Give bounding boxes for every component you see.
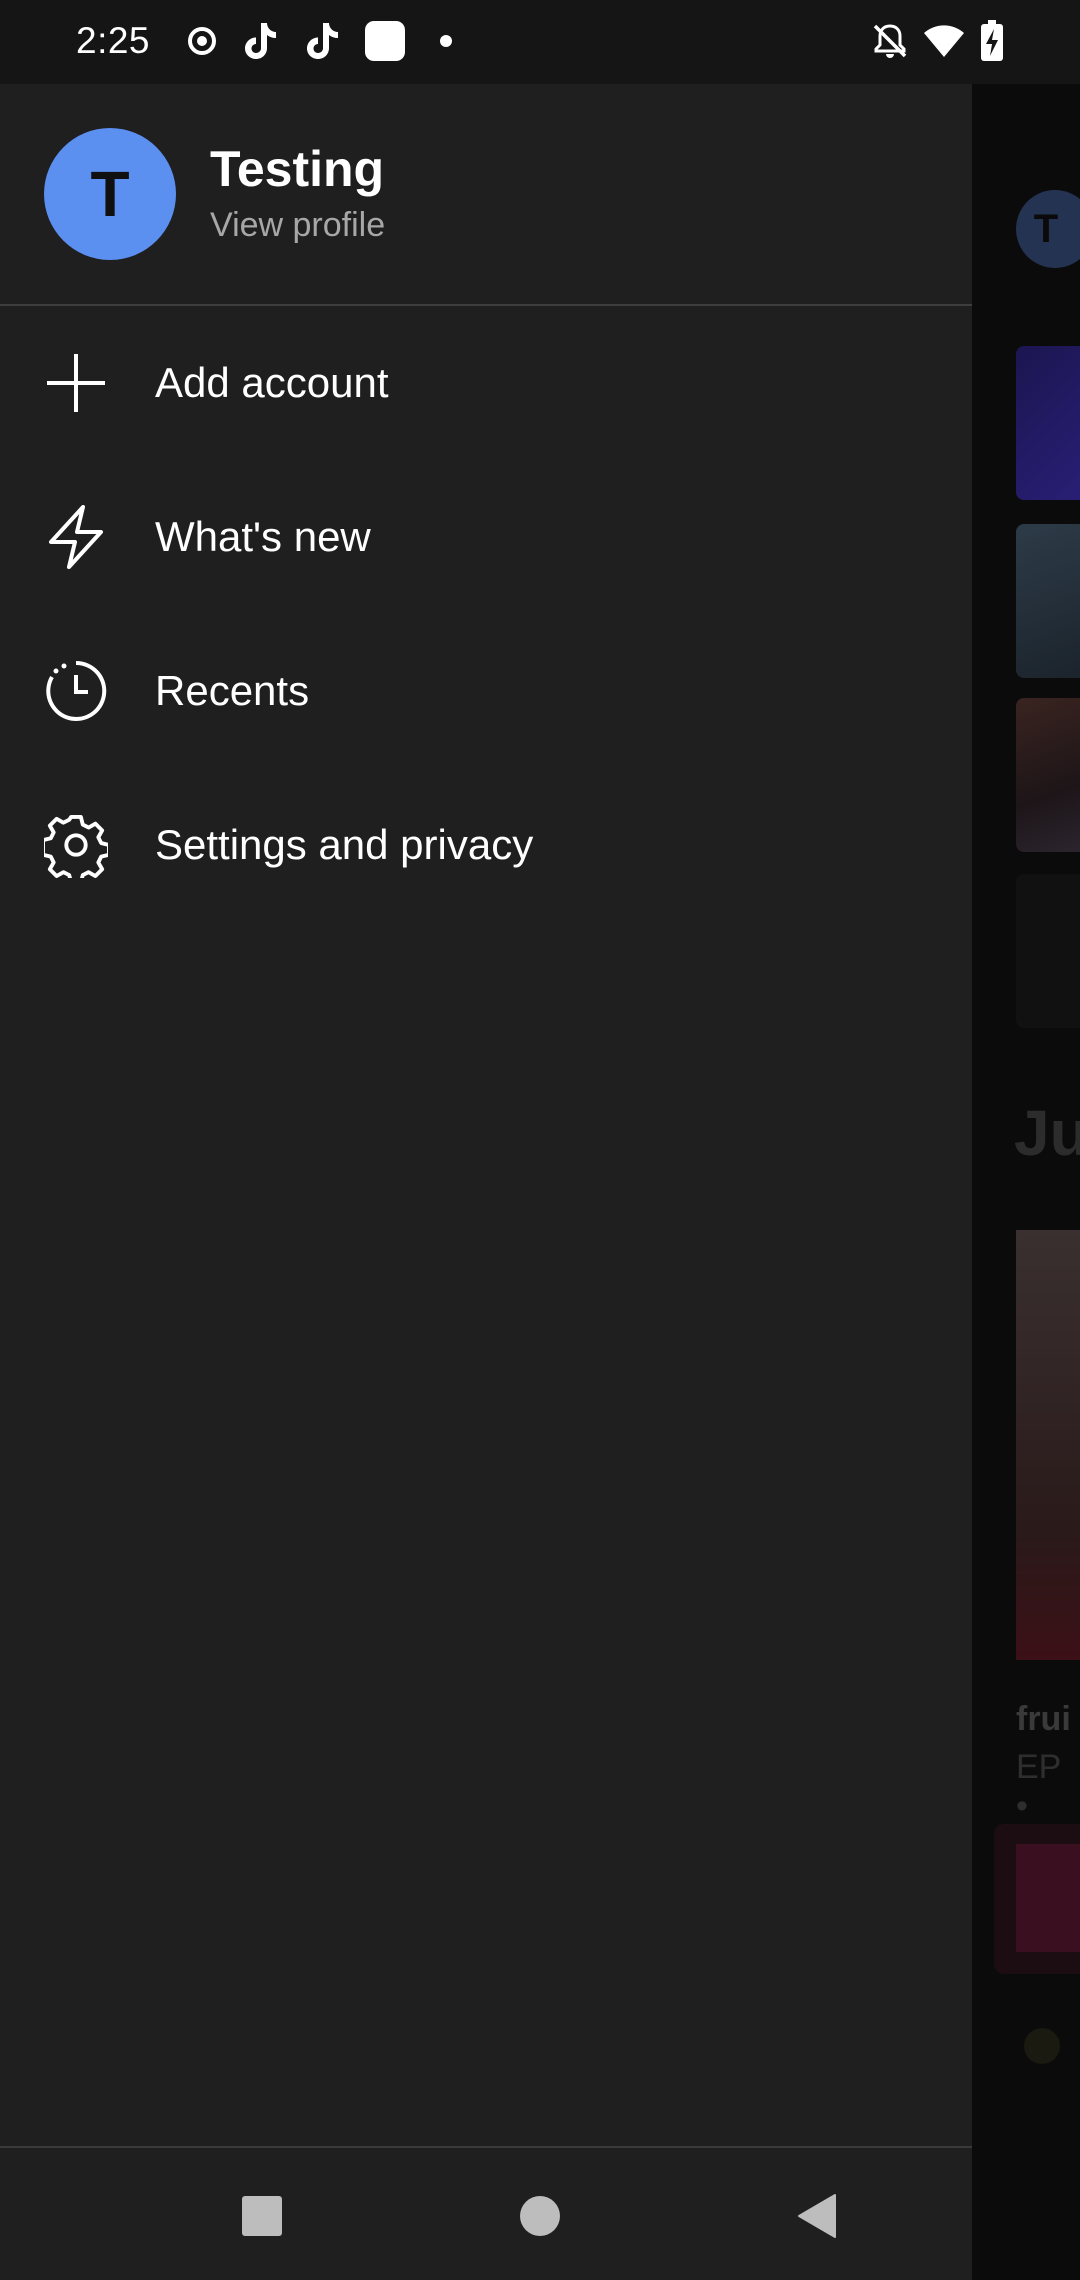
background-item-subtitle: EP • [1016,1748,1061,1825]
menu-item-label: Recents [155,667,310,714]
profile-header[interactable]: T Testing View profile [0,84,972,304]
menu-item-add-account[interactable]: Add account [0,306,972,460]
system-nav-bar [0,2146,972,2280]
tiktok-icon [242,20,278,62]
background-tile [1016,874,1080,1028]
lightning-icon [44,505,108,569]
battery-charging-icon [980,20,1004,62]
background-tile [1016,698,1080,852]
side-drawer: T Testing View profile Add account What'… [0,84,972,2146]
view-profile-link[interactable]: View profile [210,206,385,245]
gear-icon [44,813,108,878]
menu-item-recents[interactable]: Recents [0,614,972,768]
record-icon [186,20,218,62]
background-section-heading: Ju [1014,1097,1080,1169]
background-item-title: frui [1016,1700,1071,1738]
menu-item-whats-new[interactable]: What's new [0,460,972,614]
background-tile [1016,346,1080,500]
tiktok-icon [304,20,340,62]
background-app: T Ju frui EP • [972,84,1080,2280]
menu-item-label: What's new [155,513,371,560]
bell-off-icon [870,20,910,62]
menu-item-settings-privacy[interactable]: Settings and privacy [0,768,972,922]
home-circle-icon[interactable] [510,2186,570,2246]
background-tile [1016,524,1080,678]
app-square-icon [364,20,406,62]
status-time: 2:25 [76,20,151,61]
status-bar: 2:25 [0,0,1080,84]
background-album-cover [1016,1230,1080,1660]
clock-icon [44,659,108,723]
back-triangle-icon[interactable] [786,2186,846,2246]
avatar[interactable]: T [44,128,176,260]
profile-name: Testing [210,141,385,197]
menu-item-label: Settings and privacy [155,821,534,868]
wifi-icon [922,20,966,62]
plus-icon [44,351,108,415]
recents-square-icon[interactable] [232,2186,292,2246]
menu-item-label: Add account [155,359,389,406]
background-avatar: T [1016,190,1080,268]
drawer-menu: Add account What's new Recents Settings … [0,306,972,922]
background-nav-icon [1024,2028,1060,2064]
background-mini-player [994,1824,1080,1974]
dot-icon [438,20,454,62]
